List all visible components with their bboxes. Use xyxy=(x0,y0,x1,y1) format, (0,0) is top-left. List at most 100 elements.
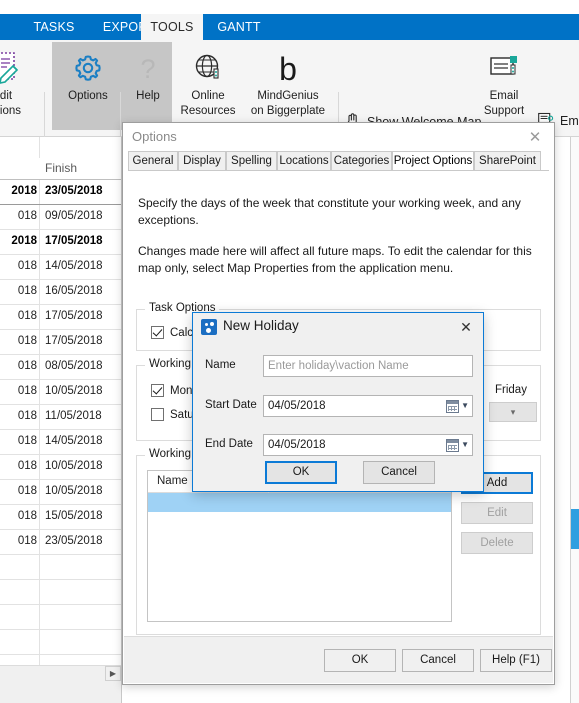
edit-button[interactable]: Edit xyxy=(461,502,533,524)
ribbon-button-mindgenius-biggerplate[interactable]: b MindGenius on Biggerplate xyxy=(240,42,336,130)
scroll-right-arrow-icon[interactable]: ▶ xyxy=(105,666,121,681)
working-exceptions-list[interactable]: Name xyxy=(147,470,452,622)
options-ok-button[interactable]: OK xyxy=(324,649,396,672)
globe-icon xyxy=(192,48,224,88)
cell-finish-date: 14/05/2018 xyxy=(45,260,103,272)
ribbon-button-online-resources[interactable]: Online Resources xyxy=(172,42,244,130)
new-holiday-ok-button[interactable]: OK xyxy=(265,461,337,484)
end-date-value: 04/05/2018 xyxy=(268,439,326,451)
cell-finish-date: 17/05/2018 xyxy=(45,310,103,322)
table-row-empty[interactable] xyxy=(0,630,121,655)
delete-button[interactable]: Delete xyxy=(461,532,533,554)
ribbon-tab-bar: TASKS EXPORT TOOLS GANTT xyxy=(0,14,579,40)
ribbon-tab-gantt[interactable]: GANTT xyxy=(206,14,272,40)
cell-finish-date: 09/05/2018 xyxy=(45,210,103,222)
friday-label: Friday xyxy=(495,384,527,396)
table-row[interactable]: 2018 23/05/2018 xyxy=(0,180,121,205)
ribbon-tab-tools[interactable]: TOOLS xyxy=(141,14,203,40)
table-row[interactable]: 018 17/05/2018 xyxy=(0,330,121,355)
svg-text:?: ? xyxy=(140,54,155,84)
tab-general[interactable]: General xyxy=(128,151,178,171)
start-date-picker-button[interactable]: ▼ xyxy=(437,398,469,414)
edit-questions-icon xyxy=(0,48,21,88)
project-options-intro: Specify the days of the week that consti… xyxy=(138,195,538,291)
cell-finish-date: 15/05/2018 xyxy=(45,510,103,522)
scrollbar-thumb[interactable] xyxy=(571,509,579,549)
biggerplate-b-icon: b xyxy=(271,48,305,88)
table-row[interactable]: 018 10/05/2018 xyxy=(0,455,121,480)
table-row[interactable]: 018 11/05/2018 xyxy=(0,405,121,430)
cell-start-date: 018 xyxy=(17,210,37,222)
cell-finish-date: 14/05/2018 xyxy=(45,435,103,447)
tab-sharepoint[interactable]: SharePoint xyxy=(474,151,541,171)
table-row-empty[interactable] xyxy=(0,605,121,630)
ribbon-button-help[interactable]: ? Help xyxy=(124,42,172,130)
table-row-empty[interactable] xyxy=(0,555,121,580)
table-row[interactable]: 018 16/05/2018 xyxy=(0,280,121,305)
end-date-picker-button[interactable]: ▼ xyxy=(437,437,469,453)
chevron-down-icon: ▼ xyxy=(461,401,469,410)
working-week-dropdown[interactable]: ▾ xyxy=(489,402,537,422)
table-row[interactable]: 018 23/05/2018 xyxy=(0,530,121,555)
list-item[interactable] xyxy=(148,493,451,512)
help-question-icon: ? xyxy=(134,48,162,88)
checkbox-icon[interactable] xyxy=(151,384,164,397)
name-field[interactable]: Enter holiday\vaction Name xyxy=(263,355,473,377)
options-dialog-title: Options xyxy=(132,129,177,144)
table-row[interactable]: 018 09/05/2018 xyxy=(0,205,121,230)
close-icon[interactable]: ✕ xyxy=(453,316,479,338)
options-cancel-button[interactable]: Cancel xyxy=(402,649,474,672)
ribbon-online-label-line2: Resources xyxy=(180,105,236,117)
ribbon-mindgenius-label-line2: on Biggerplate xyxy=(250,105,326,117)
cell-start-date: 018 xyxy=(17,460,37,472)
ribbon-button-email-support[interactable]: Email Support xyxy=(468,42,540,130)
cell-finish-date: 10/05/2018 xyxy=(45,460,103,472)
ribbon-button-options[interactable]: Options xyxy=(52,42,124,130)
cell-start-date: 018 xyxy=(17,385,37,397)
options-help-button[interactable]: Help (F1) xyxy=(480,649,552,672)
table-row[interactable]: 018 14/05/2018 xyxy=(0,255,121,280)
start-date-field[interactable]: 04/05/2018 ▼ xyxy=(263,395,473,417)
ribbon-mindgenius-label-line1: MindGenius xyxy=(257,90,319,102)
cell-start-date: 018 xyxy=(17,535,37,547)
cell-start-date: 018 xyxy=(17,285,37,297)
table-horizontal-scrollbar[interactable]: ▶ xyxy=(0,665,121,681)
table-row[interactable]: 018 10/05/2018 xyxy=(0,480,121,505)
tab-display[interactable]: Display xyxy=(178,151,226,171)
window-vertical-scrollbar[interactable] xyxy=(571,137,579,703)
close-icon[interactable]: ✕ xyxy=(520,125,550,149)
new-holiday-titlebar[interactable]: New Holiday ✕ xyxy=(193,313,483,341)
gear-icon xyxy=(72,48,104,88)
end-date-label: End Date xyxy=(205,438,253,450)
table-header-row: Finish xyxy=(0,158,121,180)
start-date-value: 04/05/2018 xyxy=(268,400,326,412)
new-holiday-cancel-button[interactable]: Cancel xyxy=(363,461,435,484)
tab-categories[interactable]: Categories xyxy=(331,151,392,171)
table-row[interactable]: 018 15/05/2018 xyxy=(0,505,121,530)
cell-finish-date: 11/05/2018 xyxy=(45,410,102,422)
calendar-icon xyxy=(446,438,460,452)
options-dialog-titlebar[interactable]: Options ✕ xyxy=(123,123,554,151)
exceptions-column-name: Name xyxy=(157,475,188,487)
ribbon-options-label: Options xyxy=(68,90,108,102)
table-row[interactable]: 018 10/05/2018 xyxy=(0,380,121,405)
ribbon-tab-tasks[interactable]: TASKS xyxy=(18,14,90,40)
table-row[interactable]: 018 17/05/2018 xyxy=(0,305,121,330)
cell-finish-date: 16/05/2018 xyxy=(45,285,103,297)
table-row[interactable]: 018 08/05/2018 xyxy=(0,355,121,380)
table-row[interactable]: 018 14/05/2018 xyxy=(0,430,121,455)
checkbox-icon[interactable] xyxy=(151,326,164,339)
ribbon-help-label: Help xyxy=(136,90,160,102)
table-row-empty[interactable] xyxy=(0,580,121,605)
checkbox-icon[interactable] xyxy=(151,408,164,421)
table-row[interactable]: 2018 17/05/2018 xyxy=(0,230,121,255)
cell-finish-date: 10/05/2018 xyxy=(45,385,103,397)
app-logo-icon xyxy=(201,319,217,335)
end-date-field[interactable]: 04/05/2018 ▼ xyxy=(263,434,473,456)
task-table: Finish 2018 23/05/2018 018 09/05/2018 2018 17… xyxy=(0,137,122,703)
ribbon-button-edit-questions[interactable]: dit stions xyxy=(0,42,42,130)
chevron-down-icon: ▼ xyxy=(461,440,469,449)
tab-spelling[interactable]: Spelling xyxy=(226,151,277,171)
tab-locations[interactable]: Locations xyxy=(277,151,331,171)
tab-project-options[interactable]: Project Options xyxy=(392,151,474,172)
